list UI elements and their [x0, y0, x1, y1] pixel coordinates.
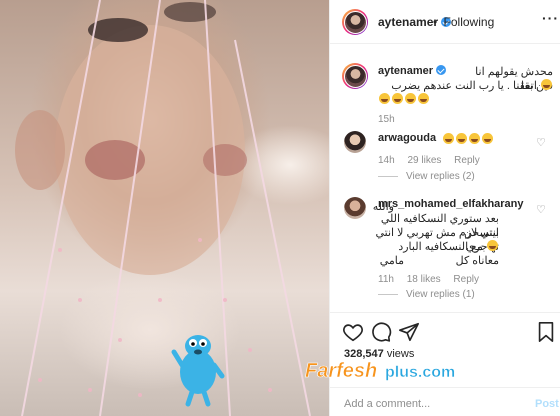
author-username[interactable]: aytenamer: [378, 15, 438, 29]
bookmark-icon[interactable]: [536, 321, 556, 343]
comment-username[interactable]: arwagouda: [378, 132, 436, 144]
verified-badge-icon: [436, 65, 447, 75]
paper-plane-icon[interactable]: [398, 321, 420, 343]
view-replies-button[interactable]: View replies (1): [378, 289, 475, 300]
caption-emojis-2: [378, 93, 458, 107]
separator-dot: •: [433, 15, 438, 29]
heart-icon[interactable]: [342, 321, 364, 343]
heart-outline-icon[interactable]: ♡: [536, 136, 546, 149]
author-avatar-image: [343, 10, 367, 34]
follow-status: • Following: [433, 15, 494, 29]
comment-line-5: مامي: [379, 255, 404, 267]
comment-avatar[interactable]: [344, 197, 366, 219]
farfesh-watermark-logo: Farfesh plus.com: [305, 360, 456, 383]
media-artwork: [15, 0, 311, 416]
caption-emojis-1: [540, 79, 553, 92]
comment-emojis: [442, 132, 494, 146]
comment-meta: 14h 29 likes Reply: [378, 155, 490, 166]
comment-age: 11h: [378, 274, 394, 285]
caption-username-wrap: aytenamer: [378, 65, 447, 77]
caption-age: 15h: [378, 114, 395, 125]
comment-likes[interactable]: 29 likes: [407, 155, 441, 166]
svg-text:Farfesh: Farfesh: [305, 360, 377, 382]
author-avatar[interactable]: [342, 9, 368, 35]
post-details-pane: aytenamer • Following ··· aytenamer محدش…: [305, 0, 560, 416]
reply-button[interactable]: Reply: [454, 155, 480, 166]
post-button[interactable]: Post: [535, 398, 559, 410]
post-media[interactable]: [0, 0, 329, 416]
add-comment-input[interactable]: Add a comment...: [344, 398, 430, 410]
comment-meta: 11h 18 likes Reply: [378, 274, 489, 285]
caption-avatar-image: [343, 64, 367, 88]
blue-creature-sticker: [171, 335, 225, 407]
comment-age: 14h: [378, 155, 395, 166]
caption-username[interactable]: aytenamer: [378, 65, 433, 77]
comment-avatar[interactable]: [344, 131, 366, 153]
comments-list: aytenamer محدش يقولهم انا فين بقا اتفقنا…: [330, 45, 560, 312]
comment-bubble-icon[interactable]: [370, 321, 392, 343]
svg-text:plus.com: plus.com: [385, 364, 455, 381]
following-button[interactable]: Following: [444, 15, 495, 29]
caption-text-2: اتفقنا . يا رب النت عندهم يضرب: [391, 80, 537, 92]
comment-username[interactable]: mrs_mohamed_elfakharany: [378, 198, 524, 210]
add-comment-bar: Add a comment... Post: [330, 387, 560, 416]
reply-button[interactable]: Reply: [453, 274, 479, 285]
sad-emoji: [487, 240, 498, 251]
post-actions: 328,547 views Farfesh plus.com Add a com…: [305, 312, 560, 416]
comment-likes[interactable]: 18 likes: [407, 274, 441, 285]
caption-avatar[interactable]: [342, 63, 368, 89]
more-options-icon[interactable]: ···: [542, 10, 559, 26]
caption-line-2: اتفقنا . يا رب النت عندهم يضرب: [378, 79, 553, 93]
post-header: aytenamer • Following ···: [330, 0, 560, 44]
comment-line-4: مع النسكافيه البارد معاناه كل: [398, 241, 499, 267]
view-replies-button[interactable]: View replies (2): [378, 171, 475, 182]
heart-outline-icon[interactable]: ♡: [536, 203, 546, 216]
